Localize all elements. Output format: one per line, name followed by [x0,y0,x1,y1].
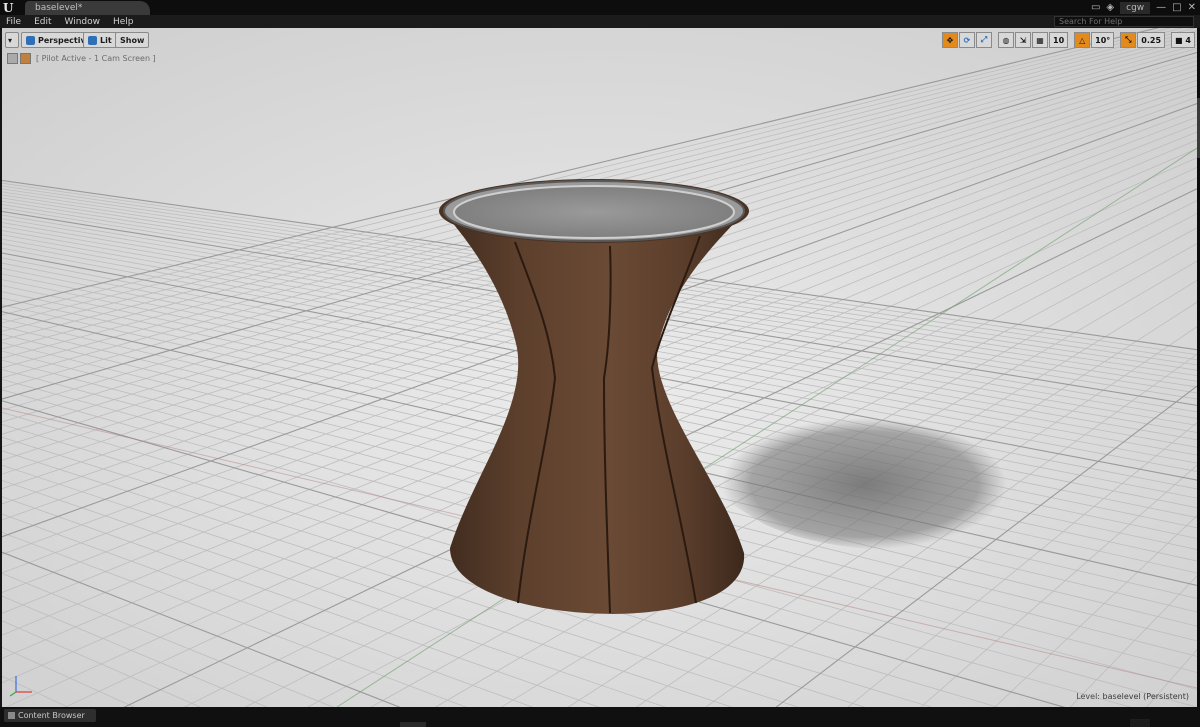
camera-icon: ■ [1175,35,1183,45]
level-viewport[interactable]: ▾ Perspective Lit Show [ Pilot Active - … [2,28,1197,707]
menu-file[interactable]: File [6,17,21,27]
menu-edit[interactable]: Edit [34,17,51,27]
world-local-icon[interactable]: ◍ [998,32,1014,48]
lit-label: Lit [100,35,112,45]
user-name[interactable]: cgw [1120,2,1151,14]
scale-snap-value[interactable]: 0.25 [1137,32,1166,48]
viewport-options-button[interactable]: ▾ [5,32,19,48]
title-bar-controls: ▭ ◈ cgw — □ ✕ [1091,1,1196,15]
content-browser-tab[interactable]: Content Browser [4,709,96,722]
axis-gizmo [9,676,32,697]
pilot-status-text: [ Pilot Active - 1 Cam Screen ] [36,53,156,63]
perspective-icon [26,35,35,45]
rotation-snap-icon[interactable]: △ [1074,32,1091,48]
lit-button[interactable]: Lit [83,32,117,48]
show-label: Show [120,35,145,45]
feedback-icon[interactable]: ◈ [1106,2,1114,14]
pilot-status-bar: [ Pilot Active - 1 Cam Screen ] [7,52,156,64]
content-browser-icon [8,712,15,719]
scale-snap-icon[interactable]: ⤡ [1120,32,1137,48]
viewport-scene[interactable] [2,28,1197,707]
minimize-icon[interactable]: — [1156,2,1166,14]
grid-snap-icon[interactable]: ▦ [1032,32,1048,48]
maximize-icon[interactable]: □ [1172,2,1181,14]
content-browser-label: Content Browser [18,711,85,720]
help-search-input[interactable]: Search For Help [1054,16,1194,27]
status-area [1130,719,1150,727]
eject-icon[interactable] [7,52,18,64]
rotation-snap-value[interactable]: 10° [1091,32,1115,48]
chevron-down-icon: ▾ [8,35,13,45]
menu-bar: File Edit Window Help [0,15,1200,28]
camera-pilot-icon[interactable] [20,52,31,64]
level-label-text: Level: [1076,692,1100,701]
camera-speed-value: 4 [1185,35,1191,45]
translate-mode-icon[interactable]: ✥ [942,32,958,48]
level-name: baselevel (Persistent) [1102,692,1189,701]
title-bar: U baselevel* ▭ ◈ cgw — □ ✕ [0,0,1200,15]
chat-icon[interactable]: ▭ [1091,2,1100,14]
level-document-tab[interactable]: baselevel* [25,1,150,15]
show-button[interactable]: Show [115,32,150,48]
grid-snap-value[interactable]: 10 [1049,32,1069,48]
menu-window[interactable]: Window [65,17,101,27]
rotate-mode-icon[interactable]: ⟳ [959,32,975,48]
camera-speed-button[interactable]: ■ 4 [1171,32,1195,48]
drawer-handle[interactable] [400,722,426,727]
scale-mode-icon[interactable]: ⤢ [976,32,992,48]
menu-help[interactable]: Help [113,17,134,27]
close-icon[interactable]: ✕ [1188,2,1196,14]
surface-snap-icon[interactable]: ⇲ [1015,32,1031,48]
bottom-bar: Content Browser [0,707,1200,727]
lit-icon [88,35,97,45]
level-indicator: Level: baselevel (Persistent) [1076,692,1189,701]
unreal-logo-icon[interactable]: U [3,1,17,15]
transform-toolbar: ✥ ⟳ ⤢ ◍ ⇲ ▦ 10 △ 10° ⤡ 0.25 ■ 4 ⛶ [942,32,1197,48]
